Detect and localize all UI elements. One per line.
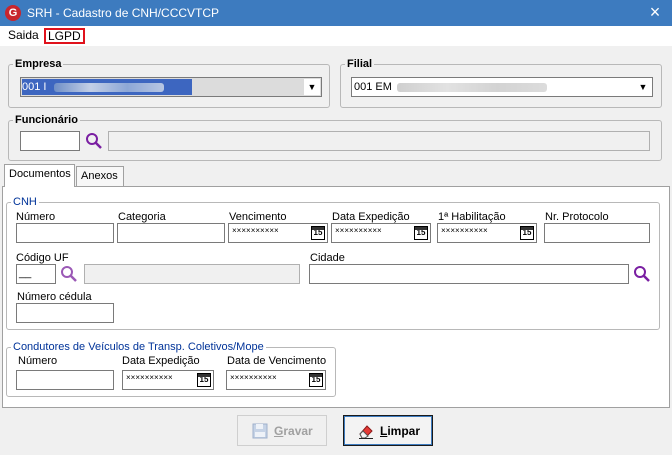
cnh-codigo-uf-input[interactable]: __ <box>16 264 56 284</box>
calendar-icon[interactable]: 15 <box>311 226 325 240</box>
calendar-icon[interactable]: 15 <box>414 226 428 240</box>
cnh-numero-cedula-input[interactable] <box>16 303 114 323</box>
cnh-nr-protocolo-label: Nr. Protocolo <box>545 211 609 223</box>
empresa-value: 001 I <box>22 81 47 93</box>
limpar-label: Limpar <box>380 424 421 438</box>
date-mask: ×××××××××× <box>441 226 488 235</box>
cnh-categoria-label: Categoria <box>118 211 166 223</box>
menu-bar: Saida LGPD <box>0 26 672 46</box>
filial-redacted <box>396 82 547 92</box>
empresa-legend: Empresa <box>15 58 62 70</box>
limpar-button[interactable]: Limpar <box>343 415 433 446</box>
menu-item-lgpd[interactable]: LGPD <box>44 28 85 44</box>
search-icon[interactable] <box>85 132 103 150</box>
funcionario-code-input[interactable] <box>20 131 80 151</box>
menu-item-saida[interactable]: Saida <box>5 28 42 44</box>
tab-anexos[interactable]: Anexos <box>76 166 124 187</box>
cnh-data-expedicao-date[interactable]: ×××××××××× 15 <box>331 223 431 243</box>
eraser-icon <box>359 425 373 439</box>
cnh-legend: CNH <box>13 196 37 208</box>
date-mask: ×××××××××× <box>335 226 382 235</box>
filial-value: 001 EM <box>354 81 392 93</box>
funcionario-legend: Funcionário <box>15 114 78 126</box>
calendar-icon[interactable]: 15 <box>520 226 534 240</box>
cnh-vencimento-date[interactable]: ×××××××××× 15 <box>228 223 328 243</box>
search-icon[interactable] <box>60 265 78 283</box>
cnh-data-expedicao-label: Data Expedição <box>332 211 410 223</box>
chevron-down-icon[interactable]: ▼ <box>304 79 320 95</box>
condutores-numero-input[interactable] <box>16 370 114 390</box>
date-mask: ×××××××××× <box>232 226 279 235</box>
filial-select[interactable]: 001 EM ▼ <box>351 77 653 97</box>
gravar-button[interactable]: Gravar <box>237 415 327 446</box>
chevron-down-icon[interactable]: ▼ <box>635 79 651 95</box>
cnh-categoria-input[interactable] <box>117 223 225 243</box>
filial-legend: Filial <box>347 58 373 70</box>
close-icon[interactable]: × <box>644 1 666 23</box>
empresa-redacted <box>53 82 164 92</box>
cnh-uf-name-field <box>84 264 300 284</box>
calendar-icon[interactable]: 15 <box>197 373 211 387</box>
condutores-data-vencimento-label: Data de Vencimento <box>227 355 327 367</box>
condutores-data-expedicao-label: Data Expedição <box>122 355 200 367</box>
condutores-data-vencimento-date[interactable]: ×××××××××× 15 <box>226 370 326 390</box>
tab-documentos[interactable]: Documentos <box>4 164 75 187</box>
cnh-vencimento-label: Vencimento <box>229 211 287 223</box>
cnh-primeira-habilitacao-date[interactable]: ×××××××××× 15 <box>437 223 537 243</box>
cnh-codigo-uf-label: Código UF <box>16 252 69 264</box>
cnh-cidade-input[interactable] <box>309 264 629 284</box>
date-mask: ×××××××××× <box>126 373 173 382</box>
window-title: SRH - Cadastro de CNH/CCCVTCP <box>27 6 220 20</box>
cnh-numero-cedula-label: Número cédula <box>17 291 92 303</box>
search-icon[interactable] <box>633 265 651 283</box>
cnh-numero-input[interactable] <box>16 223 114 243</box>
condutores-legend: Condutores de Veículos de Transp. Coleti… <box>13 341 264 353</box>
calendar-icon[interactable]: 15 <box>309 373 323 387</box>
app-logo-icon: G <box>5 5 21 21</box>
cnh-primeira-habilitacao-label: 1ª Habilitação <box>438 211 506 223</box>
cnh-numero-label: Número <box>16 211 56 223</box>
funcionario-name-field <box>108 131 650 151</box>
cnh-nr-protocolo-input[interactable] <box>544 223 650 243</box>
empresa-select[interactable]: 001 I ▼ <box>20 77 322 97</box>
condutores-numero-label: Número <box>18 355 58 367</box>
date-mask: ×××××××××× <box>230 373 277 382</box>
save-icon <box>252 423 268 439</box>
condutores-data-expedicao-date[interactable]: ×××××××××× 15 <box>122 370 214 390</box>
title-bar: G SRH - Cadastro de CNH/CCCVTCP × <box>0 0 672 26</box>
gravar-label: Gravar <box>274 424 313 438</box>
cnh-cidade-label: Cidade <box>310 252 345 264</box>
